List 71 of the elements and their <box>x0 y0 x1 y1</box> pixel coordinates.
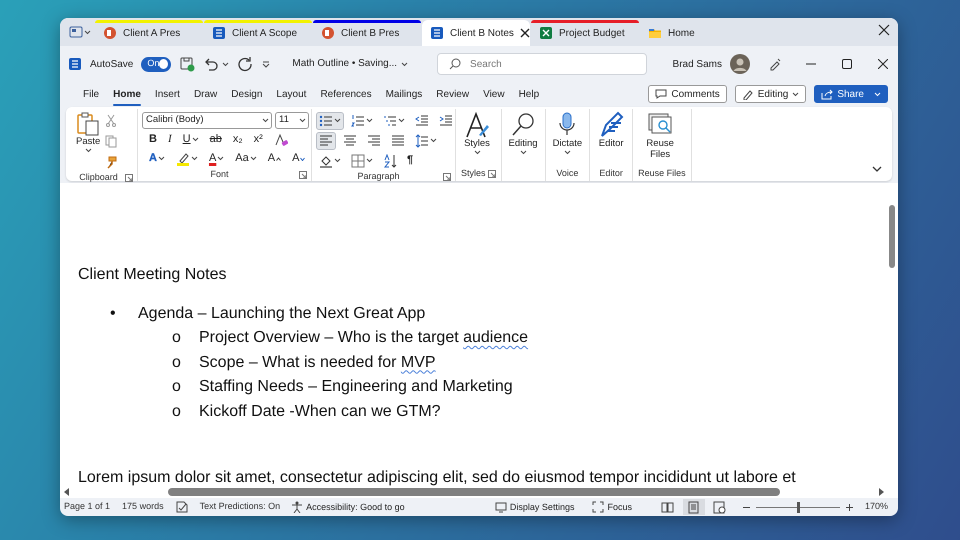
page-count[interactable]: Page 1 of 1 <box>64 500 110 514</box>
text-predictions-status[interactable]: Text Predictions: On <box>200 500 280 514</box>
browser-tab[interactable]: Project Budget <box>531 20 639 46</box>
list-item-text: Staffing Needs – Engineering and Marketing <box>199 377 513 397</box>
subscript-button[interactable]: x₂ <box>230 130 246 148</box>
user-name: Brad Sams <box>672 58 722 72</box>
share-button[interactable]: Share <box>814 85 888 103</box>
list-marker: o <box>172 377 182 397</box>
list-item-text: Scope – What is needed for MVP <box>199 352 436 372</box>
menu-tab[interactable]: Insert <box>148 84 187 104</box>
change-case-button[interactable]: Aa <box>232 150 260 168</box>
bold-button[interactable]: B <box>146 130 160 148</box>
shrink-font-button[interactable]: A <box>289 150 308 168</box>
group-label: Styles <box>461 167 486 180</box>
word-count[interactable]: 175 words <box>122 500 164 514</box>
body-paragraph: Lorem ipsum dolor sit amet, consectetur adipiscing elit, sed do eiusmod tempor incididunt ut labore et <box>78 468 797 486</box>
browser-tab[interactable]: Client A Scope <box>204 20 312 46</box>
group-label: Reuse Files <box>638 167 686 180</box>
focus-button[interactable]: Focus <box>589 498 635 516</box>
menu-tab[interactable]: Draw <box>186 84 224 104</box>
font-color-button[interactable]: A <box>206 150 228 168</box>
zoom-level[interactable]: 170% <box>864 500 888 514</box>
italic-button[interactable]: I <box>164 130 175 148</box>
menu-tab[interactable]: Mailings <box>378 84 430 104</box>
display-settings-button[interactable]: Display Settings <box>492 498 578 516</box>
list-marker: o <box>172 402 182 422</box>
menu-tab[interactable]: Help <box>512 84 546 104</box>
text-effects-button[interactable]: A <box>146 150 168 168</box>
group-label: Font <box>210 168 228 181</box>
browser-tab[interactable]: Home <box>640 20 748 46</box>
group-label: Paragraph <box>357 170 400 183</box>
superscript-button[interactable]: x² <box>250 130 266 148</box>
menu-tab[interactable]: Home <box>106 84 148 104</box>
comments-button[interactable]: Comments <box>648 85 727 103</box>
autosave-toggle[interactable]: On <box>141 56 172 72</box>
paragraph-marks-button[interactable]: ¶ <box>404 152 416 170</box>
group-label: Voice <box>556 167 578 180</box>
browser-tab[interactable]: Client B Pres <box>313 20 421 46</box>
menu-tab[interactable]: File <box>76 84 106 104</box>
list-item-text: Agenda – Launching the Next Great App <box>138 304 426 324</box>
reuse-files-button[interactable]: Reuse Files <box>638 109 682 167</box>
menu-tab[interactable]: Layout <box>269 84 314 104</box>
editor-button[interactable]: Editor <box>595 109 628 167</box>
list-item-text: Kickoff Date -When can we GTM? <box>199 402 441 422</box>
group-label: Editor <box>599 167 623 180</box>
styles-button[interactable]: Styles <box>461 109 493 167</box>
dictate-button[interactable]: Dictate <box>550 109 584 167</box>
menu-tab[interactable]: References <box>313 84 379 104</box>
font-name-field[interactable]: Calibri (Body) <box>142 112 272 129</box>
group-label: Clipboard <box>79 171 118 184</box>
editing-button[interactable]: Editing <box>734 85 806 103</box>
menu-tab[interactable]: Design <box>224 84 270 104</box>
editing-button[interactable]: Editing <box>506 109 540 167</box>
autosave-label: AutoSave <box>90 58 134 72</box>
strike-button[interactable]: ab <box>206 130 225 148</box>
font-size-field[interactable]: 11 <box>275 112 309 129</box>
list-marker: o <box>172 352 182 372</box>
accessibility-status[interactable]: Accessibility: Good to go <box>288 498 408 516</box>
browser-tab[interactable]: Client A Pres <box>95 20 203 46</box>
list-marker: • <box>110 304 117 324</box>
menu-tab[interactable]: View <box>476 84 512 104</box>
list-marker: o <box>172 328 182 348</box>
document-heading: Client Meeting Notes <box>78 265 228 285</box>
browser-tab[interactable]: Client B Notes <box>422 20 530 46</box>
menu-tab[interactable]: Review <box>429 84 476 104</box>
search-field[interactable]: Search <box>437 53 648 75</box>
document-title-button[interactable]: Math Outline • Saving... <box>289 55 412 73</box>
grow-font-button[interactable]: A <box>264 150 284 168</box>
underline-button[interactable]: U <box>180 130 202 148</box>
paste-button[interactable]: Paste <box>74 109 102 171</box>
list-item-text: Project Overview – Who is the target audience <box>199 328 528 348</box>
